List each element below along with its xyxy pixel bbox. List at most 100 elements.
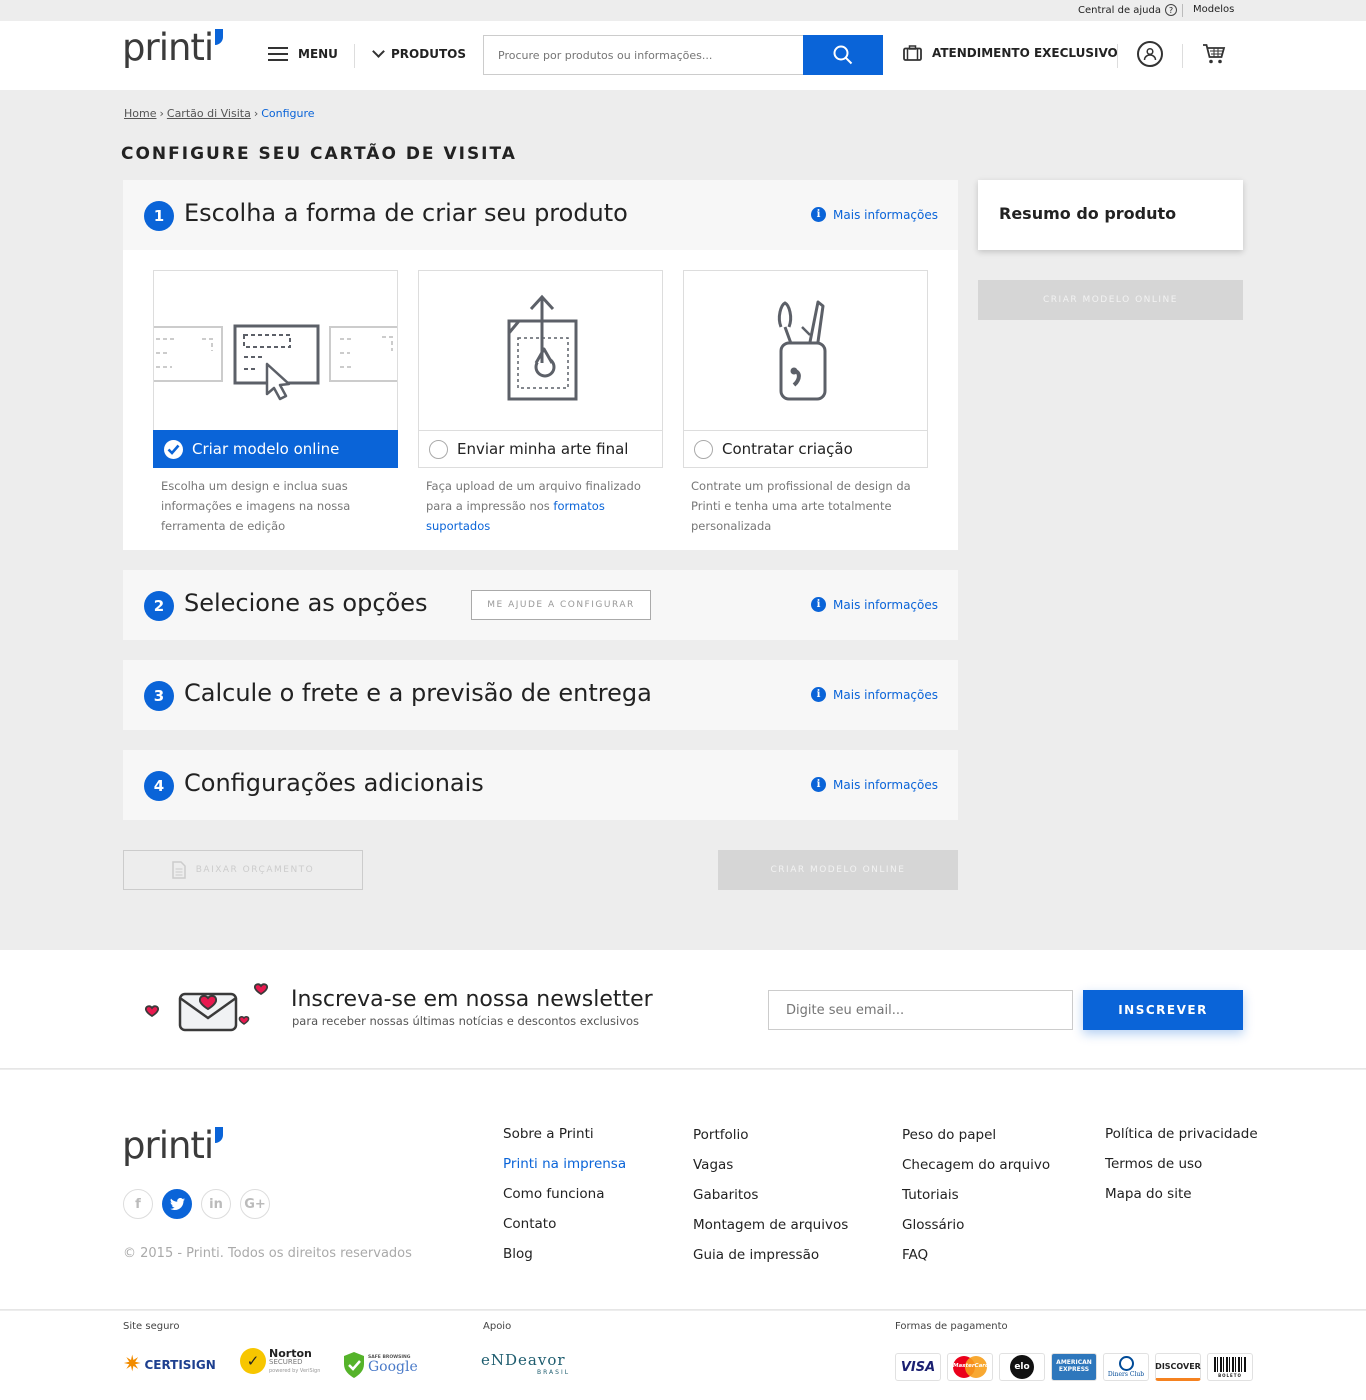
exclusive-service-label: ATENDIMENTO EXECLUSIVO bbox=[932, 46, 1118, 60]
option-upload-artwork[interactable]: Enviar minha arte final Faça upload de u… bbox=[418, 270, 663, 536]
shopping-cart-icon[interactable] bbox=[1202, 43, 1226, 69]
elo-label: elo bbox=[1010, 1355, 1034, 1379]
help-configure-button[interactable]: ME AJUDE A CONFIGURAR bbox=[471, 590, 651, 620]
option-description: Faça upload de um arquivo finalizado par… bbox=[418, 468, 663, 536]
trust-bar: Site seguro Apoio Formas de pagamento ✷ … bbox=[0, 1311, 1366, 1400]
step-2-card[interactable]: 2 Selecione as opções ME AJUDE A CONFIGU… bbox=[123, 570, 958, 640]
hamburger-icon bbox=[268, 47, 288, 61]
option-description: Contrate um profissional de design da Pr… bbox=[691, 479, 911, 533]
search-icon bbox=[833, 45, 853, 65]
page-title: CONFIGURE SEU CARTÃO DE VISITA bbox=[121, 144, 517, 164]
search-button[interactable] bbox=[803, 35, 883, 75]
summary-create-online-button[interactable]: CRIAR MODELO ONLINE bbox=[978, 280, 1243, 320]
endeavor-label: eNDeavor bbox=[481, 1351, 566, 1369]
help-center-link[interactable]: Central de ajuda ? bbox=[1078, 4, 1177, 16]
logo-mark-icon bbox=[215, 29, 224, 45]
option-label-text: Contratar criação bbox=[722, 440, 853, 458]
linkedin-icon[interactable]: in bbox=[201, 1189, 231, 1219]
step-3-header[interactable]: 3 Calcule o frete e a previsão de entreg… bbox=[123, 660, 958, 730]
footer-column-3: Peso do papel Checagem do arquivo Tutori… bbox=[902, 1120, 1050, 1270]
footer-printi-logo[interactable]: printi bbox=[122, 1127, 224, 1164]
footer-link[interactable]: Contato bbox=[503, 1209, 626, 1239]
user-account-icon[interactable] bbox=[1137, 41, 1163, 67]
question-icon: ? bbox=[1165, 4, 1177, 16]
envelope-hearts-icon bbox=[144, 983, 269, 1032]
boleto-icon: BOLETO bbox=[1207, 1353, 1253, 1381]
step-title: Calcule o frete e a previsão de entrega bbox=[184, 679, 652, 707]
norton-secured-label: SECURED bbox=[269, 1358, 303, 1366]
download-quote-button[interactable]: BAIXAR ORÇAMENTO bbox=[123, 850, 363, 890]
step-3-card[interactable]: 3 Calcule o frete e a previsão de entreg… bbox=[123, 660, 958, 730]
step-number: 3 bbox=[144, 681, 174, 711]
footer-link[interactable]: Glossário bbox=[902, 1210, 1050, 1240]
footer-link[interactable]: Tutoriais bbox=[902, 1180, 1050, 1210]
step-title: Configurações adicionais bbox=[184, 769, 484, 797]
search-input[interactable] bbox=[483, 35, 803, 75]
google-label: Google bbox=[368, 1359, 418, 1376]
step-4-card[interactable]: 4 Configurações adicionais i Mais informa… bbox=[123, 750, 958, 820]
google-plus-icon[interactable]: G+ bbox=[240, 1189, 270, 1219]
radio-button[interactable] bbox=[694, 439, 713, 459]
support-label: Apoio bbox=[483, 1321, 512, 1332]
footer: printi f in G+ © 2015 - Printi. Todos os… bbox=[0, 1070, 1366, 1310]
step-title: Escolha a forma de criar seu produto bbox=[184, 199, 628, 227]
footer-link[interactable]: Sobre a Printi bbox=[503, 1119, 626, 1149]
secure-site-label: Site seguro bbox=[123, 1321, 180, 1332]
footer-link[interactable]: Checagem do arquivo bbox=[902, 1150, 1050, 1180]
footer-link[interactable]: Montagem de arquivos bbox=[693, 1210, 848, 1240]
step-number: 4 bbox=[144, 771, 174, 801]
brush-cup-icon bbox=[683, 270, 928, 430]
more-info-link[interactable]: i Mais informações bbox=[811, 687, 938, 702]
footer-link[interactable]: Vagas bbox=[693, 1150, 848, 1180]
models-link[interactable]: Modelos bbox=[1193, 4, 1234, 15]
subscribe-button[interactable]: INSCREVER bbox=[1083, 990, 1243, 1030]
printi-logo[interactable]: printi bbox=[122, 29, 224, 66]
option-label[interactable]: Criar modelo online bbox=[153, 430, 398, 468]
breadcrumb-current: Configure bbox=[261, 107, 315, 120]
option-label-text: Enviar minha arte final bbox=[457, 440, 629, 458]
breadcrumb-category[interactable]: Cartão di Visita bbox=[167, 107, 251, 120]
footer-link[interactable]: Peso do papel bbox=[902, 1120, 1050, 1150]
radio-button[interactable] bbox=[429, 439, 448, 459]
upload-file-icon bbox=[418, 270, 663, 430]
option-hire-design[interactable]: Contratar criação Contrate um profission… bbox=[683, 270, 928, 536]
newsletter-email-input[interactable] bbox=[768, 990, 1073, 1030]
create-online-button[interactable]: CRIAR MODELO ONLINE bbox=[718, 850, 958, 890]
footer-link[interactable]: Blog bbox=[503, 1239, 626, 1269]
american-express-icon: AMERICAN EXPRESS bbox=[1051, 1353, 1097, 1381]
breadcrumb-home[interactable]: Home bbox=[124, 107, 156, 120]
option-description-text: Faça upload de um arquivo finalizado par… bbox=[426, 479, 641, 513]
exclusive-service-link[interactable]: ATENDIMENTO EXECLUSIVO bbox=[903, 45, 1118, 61]
footer-link[interactable]: Mapa do site bbox=[1105, 1179, 1258, 1209]
newsletter-title: Inscreva-se em nossa newsletter bbox=[291, 987, 653, 1012]
footer-link[interactable]: Portfolio bbox=[693, 1120, 848, 1150]
footer-link[interactable]: FAQ bbox=[902, 1240, 1050, 1270]
products-button[interactable]: PRODUTOS bbox=[372, 45, 466, 61]
footer-link[interactable]: Como funciona bbox=[503, 1179, 626, 1209]
option-label[interactable]: Enviar minha arte final bbox=[418, 430, 663, 468]
step-2-header[interactable]: 2 Selecione as opções ME AJUDE A CONFIGU… bbox=[123, 570, 958, 640]
menu-button[interactable]: MENU bbox=[268, 47, 338, 61]
option-create-online[interactable]: Criar modelo online Escolha um design e … bbox=[153, 270, 398, 536]
footer-link[interactable]: Política de privacidade bbox=[1105, 1119, 1258, 1149]
breadcrumb-separator: › bbox=[159, 107, 164, 120]
footer-link[interactable]: Guia de impressão bbox=[693, 1240, 848, 1270]
norton-badge: ✓ Norton SECURED powered by VeriSign bbox=[240, 1347, 320, 1375]
footer-column-4: Política de privacidade Termos de uso Ma… bbox=[1105, 1119, 1258, 1209]
divider bbox=[1182, 4, 1183, 17]
step-4-header[interactable]: 4 Configurações adicionais i Mais informa… bbox=[123, 750, 958, 820]
boleto-label: BOLETO bbox=[1218, 1372, 1242, 1378]
download-quote-label: BAIXAR ORÇAMENTO bbox=[195, 865, 315, 875]
footer-link[interactable]: Gabaritos bbox=[693, 1180, 848, 1210]
logo-mark-icon bbox=[215, 1127, 224, 1143]
shield-check-icon bbox=[344, 1352, 364, 1378]
option-label[interactable]: Contratar criação bbox=[683, 430, 928, 468]
twitter-icon[interactable] bbox=[162, 1189, 192, 1219]
copyright: © 2015 - Printi. Todos os direitos reser… bbox=[123, 1246, 412, 1261]
footer-link[interactable]: Termos de uso bbox=[1105, 1149, 1258, 1179]
more-info-link[interactable]: i Mais informações bbox=[811, 597, 938, 612]
more-info-link[interactable]: i Mais informações bbox=[811, 207, 938, 222]
footer-link[interactable]: Printi na imprensa bbox=[503, 1149, 626, 1179]
facebook-icon[interactable]: f bbox=[123, 1189, 153, 1219]
more-info-link[interactable]: i Mais informações bbox=[811, 777, 938, 792]
